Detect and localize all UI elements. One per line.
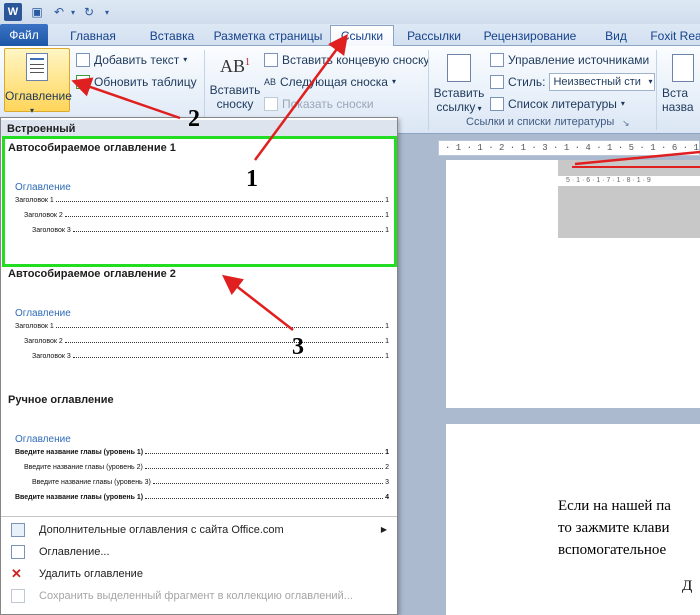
menu-remove-toc[interactable]: ✕ Удалить оглавление xyxy=(1,563,397,585)
toc-button[interactable]: Оглавление xyxy=(4,48,72,112)
gallery-item-auto-toc-2[interactable]: Автособираемое оглавление 2 Оглавление З… xyxy=(1,266,397,386)
menu-save-selection[interactable]: Сохранить выделенный фрагмент в коллекци… xyxy=(1,585,397,607)
office-online-icon xyxy=(11,523,25,537)
save-icon[interactable]: ▣ xyxy=(28,3,46,21)
ribbon-tabs: Файл Главная Вставка Разметка страницы С… xyxy=(0,24,700,47)
update-table-button[interactable]: Обновить таблицу xyxy=(76,72,197,92)
delete-icon: ✕ xyxy=(11,566,22,581)
tab-page-layout[interactable]: Разметка страницы xyxy=(212,26,324,46)
add-text-icon xyxy=(76,53,90,67)
endnote-icon xyxy=(264,53,278,67)
group-label-citations: Ссылки и списки литературы xyxy=(466,116,615,128)
style-dropdown[interactable]: Неизвестный сти ▾ xyxy=(549,73,656,91)
tab-insert[interactable]: Вставка xyxy=(138,26,206,46)
redo-icon[interactable]: ↻ xyxy=(80,3,98,21)
toc-preview-line: Введите название главы (уровень 2) 2 xyxy=(24,464,389,471)
divider xyxy=(656,50,657,130)
toc-preview-heading: Оглавление xyxy=(15,308,71,319)
show-notes-button[interactable]: Показать сноски xyxy=(264,94,374,114)
manage-sources-icon xyxy=(490,53,504,67)
tab-file[interactable]: Файл xyxy=(0,24,48,46)
toc-preview-line: Заголовок 21 xyxy=(24,338,389,345)
insert-citation-button[interactable]: Вставить ссылку ▾ xyxy=(432,50,486,114)
chevron-down-icon: ▾ xyxy=(648,77,653,86)
quick-access-toolbar: W ▣ ↶ ▾ ↻ ▾ xyxy=(0,0,700,24)
toc-button-label: Оглавление xyxy=(5,89,72,103)
citation-icon xyxy=(447,54,471,82)
document-page-1[interactable]: 5 · 1 · 6 · 1 · 7 · 1 · 8 · 1 · 9 xyxy=(446,160,700,408)
toc-icon xyxy=(26,53,48,81)
annotation-number-2: 2 xyxy=(188,106,200,132)
toc-preview-line: Заголовок 11 xyxy=(15,323,389,330)
doc-line-4: Д xyxy=(682,578,693,594)
annotation-number-3: 3 xyxy=(292,334,304,360)
insert-endnote-button[interactable]: Вставить концевую сноску xyxy=(264,50,429,70)
tab-view[interactable]: Вид xyxy=(598,26,634,46)
doc-line-2: то зажмите клави xyxy=(558,520,670,536)
word-logo-icon[interactable]: W xyxy=(4,3,22,21)
style-select[interactable]: Стиль: Неизвестный сти ▾ xyxy=(490,72,656,92)
gallery-item-title: Автособираемое оглавление 2 xyxy=(8,268,176,280)
toc-preview-line: Введите название главы (уровень 1) 1 xyxy=(15,449,389,456)
toc-preview-heading: Оглавление xyxy=(15,434,71,445)
save-selection-icon xyxy=(11,589,25,603)
menu-toc-dialog[interactable]: Оглавление... xyxy=(1,541,397,563)
toc-doc-icon xyxy=(11,545,25,559)
toc-preview-line: Введите название главы (уровень 3) 3 xyxy=(32,479,389,486)
customize-qat-icon[interactable]: ▾ xyxy=(98,3,116,21)
toc-preview-line: Введите название главы (уровень 1) 4 xyxy=(15,494,389,501)
bibliography-icon xyxy=(490,97,504,111)
tab-review[interactable]: Рецензирование xyxy=(478,26,582,46)
gallery-item-title: Ручное оглавление xyxy=(8,394,114,406)
add-text-button[interactable]: Добавить текст ▾ xyxy=(76,50,187,70)
caption-icon xyxy=(672,54,694,82)
chevron-right-icon: ▶ xyxy=(380,525,387,534)
gallery-item-manual-toc[interactable]: Ручное оглавление Оглавление Введите наз… xyxy=(1,392,397,512)
red-underline xyxy=(572,166,700,168)
embedded-screenshot: 5 · 1 · 6 · 1 · 7 · 1 · 8 · 1 · 9 xyxy=(558,160,700,238)
doc-line-1: Если на нашей па xyxy=(558,498,671,514)
menu-more-toc-office[interactable]: Дополнительные оглавления с сайта Office… xyxy=(1,519,397,541)
horizontal-ruler[interactable]: · 1 · 1 · 2 · 1 · 3 · 1 · 4 · 1 · 5 · 1 … xyxy=(438,140,700,156)
doc-line-3: вспомогательное xyxy=(558,542,667,558)
dialog-launcher-icon[interactable]: ↘ xyxy=(622,118,630,129)
next-footnote-icon: AB xyxy=(264,77,277,87)
chevron-down-icon: ▾ xyxy=(30,106,35,115)
embedded-ruler: 5 · 1 · 6 · 1 · 7 · 1 · 8 · 1 · 9 xyxy=(558,176,700,186)
insert-caption-button[interactable]: Вста назва xyxy=(662,50,700,114)
highlight-box xyxy=(2,136,397,267)
next-footnote-button[interactable]: AB Следующая сноска ▾ xyxy=(264,72,396,92)
footnote-icon: AB1 xyxy=(219,56,250,76)
bibliography-button[interactable]: Список литературы ▾ xyxy=(490,94,625,114)
manage-sources-button[interactable]: Управление источниками xyxy=(490,50,649,70)
style-icon xyxy=(490,75,504,89)
refresh-icon xyxy=(76,75,90,89)
divider xyxy=(428,50,429,130)
divider xyxy=(1,516,397,517)
tab-home[interactable]: Главная xyxy=(62,26,124,46)
insert-footnote-button[interactable]: AB1 Вставить сноску xyxy=(206,50,264,111)
document-page-2[interactable]: Если на нашей па то зажмите клави вспомо… xyxy=(446,424,700,615)
tab-references[interactable]: Ссылки xyxy=(330,25,394,47)
tab-mailings[interactable]: Рассылки xyxy=(402,26,466,46)
annotation-number-1: 1 xyxy=(246,166,258,192)
show-notes-icon xyxy=(264,97,278,111)
tab-foxit[interactable]: Foxit Rea xyxy=(646,26,700,46)
toc-preview-line: Заголовок 31 xyxy=(32,353,389,360)
